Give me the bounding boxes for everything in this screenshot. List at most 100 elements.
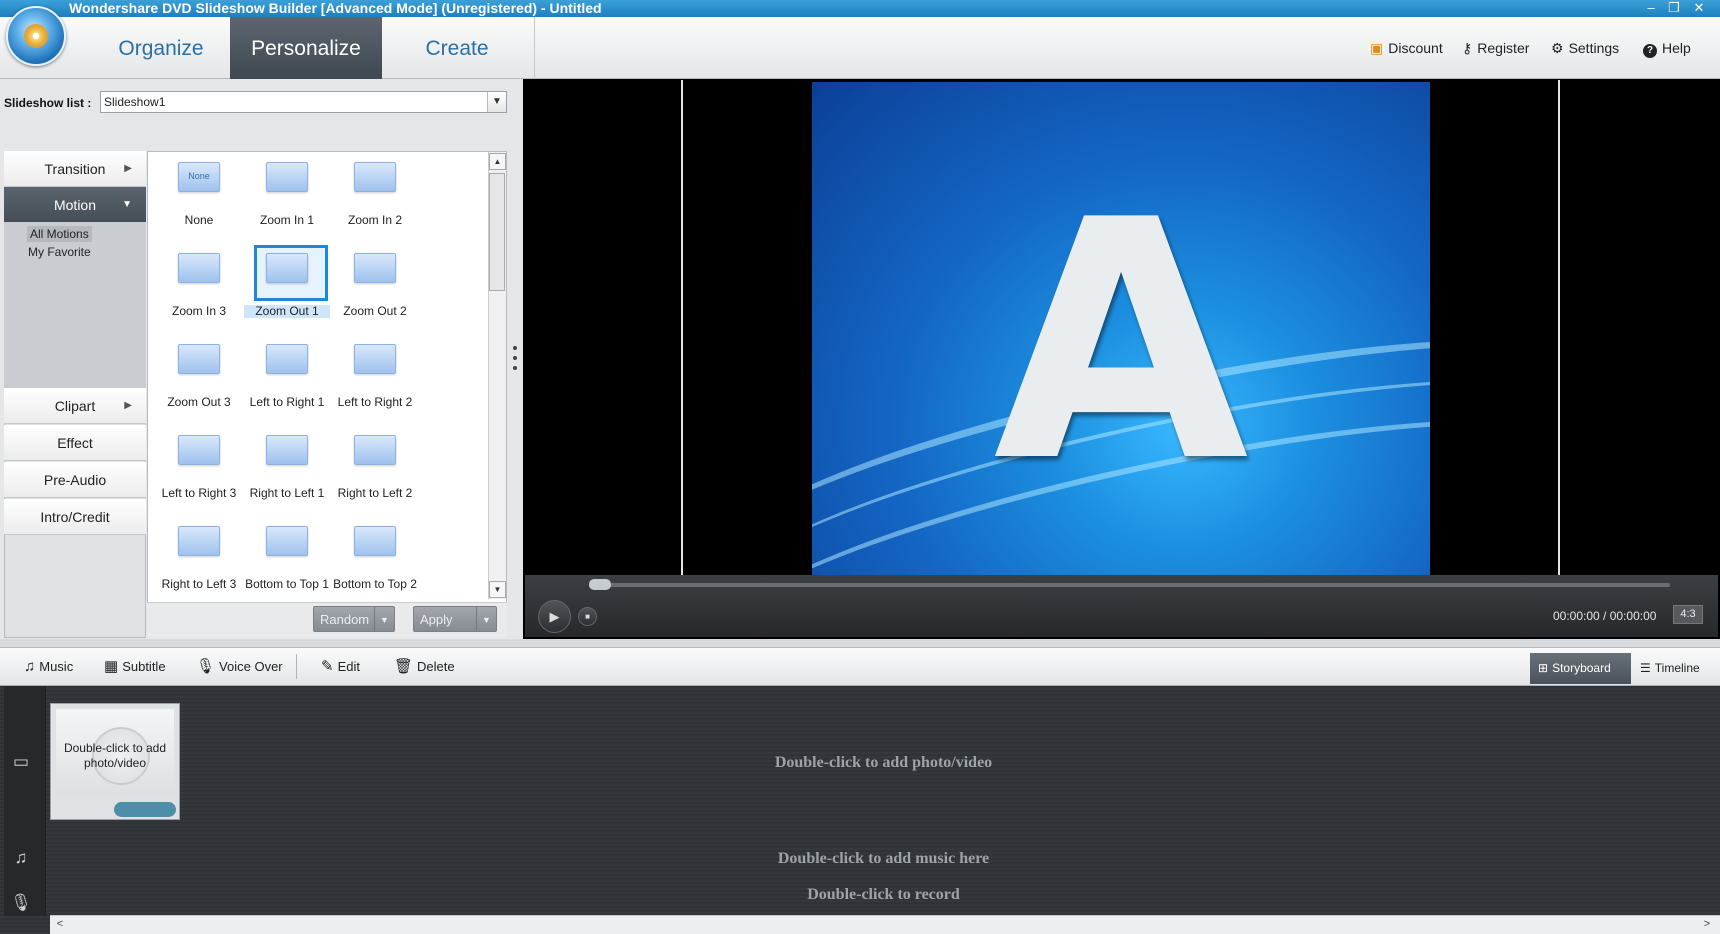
trash-icon: 🗑	[394, 658, 414, 675]
random-button[interactable]: Random ▼	[313, 606, 395, 632]
music-hint[interactable]: Double-click to add music here	[0, 850, 1720, 868]
motion-thumbnail-icon	[354, 344, 396, 374]
tab-personalize[interactable]: Personalize	[230, 17, 382, 79]
settings-link[interactable]: ⚙ Settings	[1551, 38, 1619, 58]
voice-over-button[interactable]: 🎙 Voice Over	[196, 658, 283, 676]
chevron-down-icon[interactable]: ▼	[487, 92, 506, 112]
motion-gallery: None None Zoom In 1 Zoom In 2 Zoom In 3 Zoom …	[147, 151, 507, 638]
restore-button[interactable]: ❐	[1663, 0, 1685, 16]
time-display: 00:00:00 / 00:00:00	[1553, 609, 1657, 623]
motion-label: Zoom Out 1	[244, 305, 330, 318]
motion-item[interactable]: Bottom to Top 2	[332, 516, 418, 604]
pencil-icon: ✎	[321, 658, 334, 675]
motion-label: Bottom to Top 2	[333, 577, 417, 591]
record-hint[interactable]: Double-click to record	[0, 886, 1720, 904]
chevron-right-icon: ▶	[124, 163, 132, 174]
title-bar: Wondershare DVD Slideshow Builder [Advan…	[0, 0, 1720, 17]
motion-thumbnail-icon	[266, 253, 308, 283]
app-logo-icon[interactable]	[6, 6, 66, 66]
scroll-right-icon[interactable]: >	[1700, 917, 1714, 932]
motion-label: Right to Left 2	[337, 486, 413, 500]
motion-thumbnail-icon	[178, 526, 220, 556]
chevron-down-icon[interactable]: ▼	[374, 607, 394, 631]
motion-thumbnail-icon	[178, 344, 220, 374]
scroll-down-icon[interactable]: ▼	[489, 581, 506, 598]
tab-organize[interactable]: Organize	[92, 17, 230, 79]
motion-item[interactable]: Zoom Out 2	[332, 243, 418, 331]
close-button[interactable]: ✕	[1688, 0, 1710, 16]
motion-item[interactable]: Left to Right 1	[244, 334, 330, 422]
window-title: Wondershare DVD Slideshow Builder [Advan…	[69, 0, 602, 16]
safe-area-line	[681, 80, 683, 575]
seek-handle[interactable]	[589, 579, 611, 590]
tab-create[interactable]: Create	[382, 17, 532, 79]
category-intro-credit[interactable]: Intro/Credit	[4, 499, 146, 535]
motion-thumbnail-icon	[354, 526, 396, 556]
play-icon[interactable]: ▶	[538, 600, 571, 633]
category-pre-audio[interactable]: Pre-Audio	[4, 462, 146, 498]
preview-image: A	[812, 82, 1430, 575]
help-link[interactable]: ? Help	[1643, 38, 1691, 58]
subtitle-icon: ▦	[104, 658, 119, 675]
motion-item[interactable]: Zoom Out 1	[244, 243, 330, 331]
edit-button[interactable]: ✎ Edit	[321, 658, 360, 676]
scroll-left-icon[interactable]: <	[53, 917, 67, 932]
slideshow-list-select[interactable]: Slideshow1	[100, 91, 507, 113]
motion-label: Right to Left 1	[249, 486, 325, 500]
apply-button[interactable]: Apply ▼	[413, 606, 497, 632]
scroll-up-icon[interactable]: ▲	[489, 153, 506, 170]
clip-duration-pill	[114, 802, 176, 817]
stop-icon[interactable]: ■	[578, 607, 597, 626]
motion-label: Zoom Out 3	[167, 395, 231, 409]
category-clipart[interactable]: Clipart ▶	[4, 388, 146, 424]
motion-item[interactable]: Zoom In 3	[156, 243, 242, 331]
register-link[interactable]: ⚷ Register	[1462, 38, 1529, 58]
preview-letter: A	[993, 150, 1249, 534]
scroll-thumb[interactable]	[489, 173, 505, 291]
timeline-view-button[interactable]: ☰ Timeline	[1640, 659, 1700, 677]
motion-label: Left to Right 3	[161, 486, 237, 500]
motion-label: Zoom In 2	[347, 213, 403, 227]
motion-item[interactable]: Left to Right 2	[332, 334, 418, 422]
grid-icon: ⊞	[1538, 661, 1549, 675]
motion-label: Right to Left 3	[161, 577, 237, 591]
aspect-ratio-button[interactable]: 4:3	[1673, 605, 1703, 624]
splitter-grip	[513, 366, 517, 370]
storyboard-view-button[interactable]: ⊞ Storyboard	[1530, 653, 1631, 684]
seek-bar[interactable]	[590, 583, 1670, 587]
chevron-right-icon: ▶	[124, 400, 132, 411]
motion-thumbnail-icon	[266, 435, 308, 465]
music-button[interactable]: ♫ Music	[24, 658, 73, 676]
motion-item[interactable]: Right to Left 2	[332, 425, 418, 513]
motion-item[interactable]: Zoom In 2	[332, 152, 418, 240]
motion-item[interactable]: Zoom Out 3	[156, 334, 242, 422]
category-effect[interactable]: Effect	[4, 425, 146, 461]
motion-thumbnail-icon	[354, 253, 396, 283]
photo-video-hint[interactable]: Double-click to add photo/video	[0, 754, 1720, 772]
discount-link[interactable]: ▣ Discount	[1370, 38, 1443, 58]
gear-icon: ⚙	[1551, 40, 1564, 56]
motion-item[interactable]: Right to Left 3	[156, 516, 242, 604]
motion-item[interactable]: Left to Right 3	[156, 425, 242, 513]
subtitle-button[interactable]: ▦ Subtitle	[104, 658, 166, 676]
minimize-button[interactable]: –	[1640, 0, 1662, 16]
motion-thumbnail-icon	[266, 162, 308, 192]
safe-area-line	[1558, 80, 1560, 575]
motion-item[interactable]: Right to Left 1	[244, 425, 330, 513]
subcategory-my-favorite[interactable]: My Favorite	[28, 244, 91, 260]
subcategory-all-motions[interactable]: All Motions	[27, 226, 92, 242]
delete-button[interactable]: 🗑 Delete	[394, 658, 455, 676]
motion-item[interactable]: None None	[156, 152, 242, 240]
motion-label: Left to Right 1	[249, 395, 325, 409]
motion-thumbnail-icon	[266, 344, 308, 374]
slideshow-list-label: Slideshow list :	[4, 96, 92, 110]
chevron-down-icon[interactable]: ▼	[476, 607, 496, 631]
category-motion[interactable]: Motion ▼	[4, 187, 146, 223]
storyboard-scrollbar[interactable]	[50, 915, 1720, 934]
motion-item[interactable]: Bottom to Top 1	[244, 516, 330, 604]
splitter-grip	[513, 346, 517, 350]
category-transition[interactable]: Transition ▶	[4, 151, 146, 187]
key-icon: ⚷	[1462, 40, 1473, 56]
motion-label: Left to Right 2	[337, 395, 413, 409]
motion-item[interactable]: Zoom In 1	[244, 152, 330, 240]
